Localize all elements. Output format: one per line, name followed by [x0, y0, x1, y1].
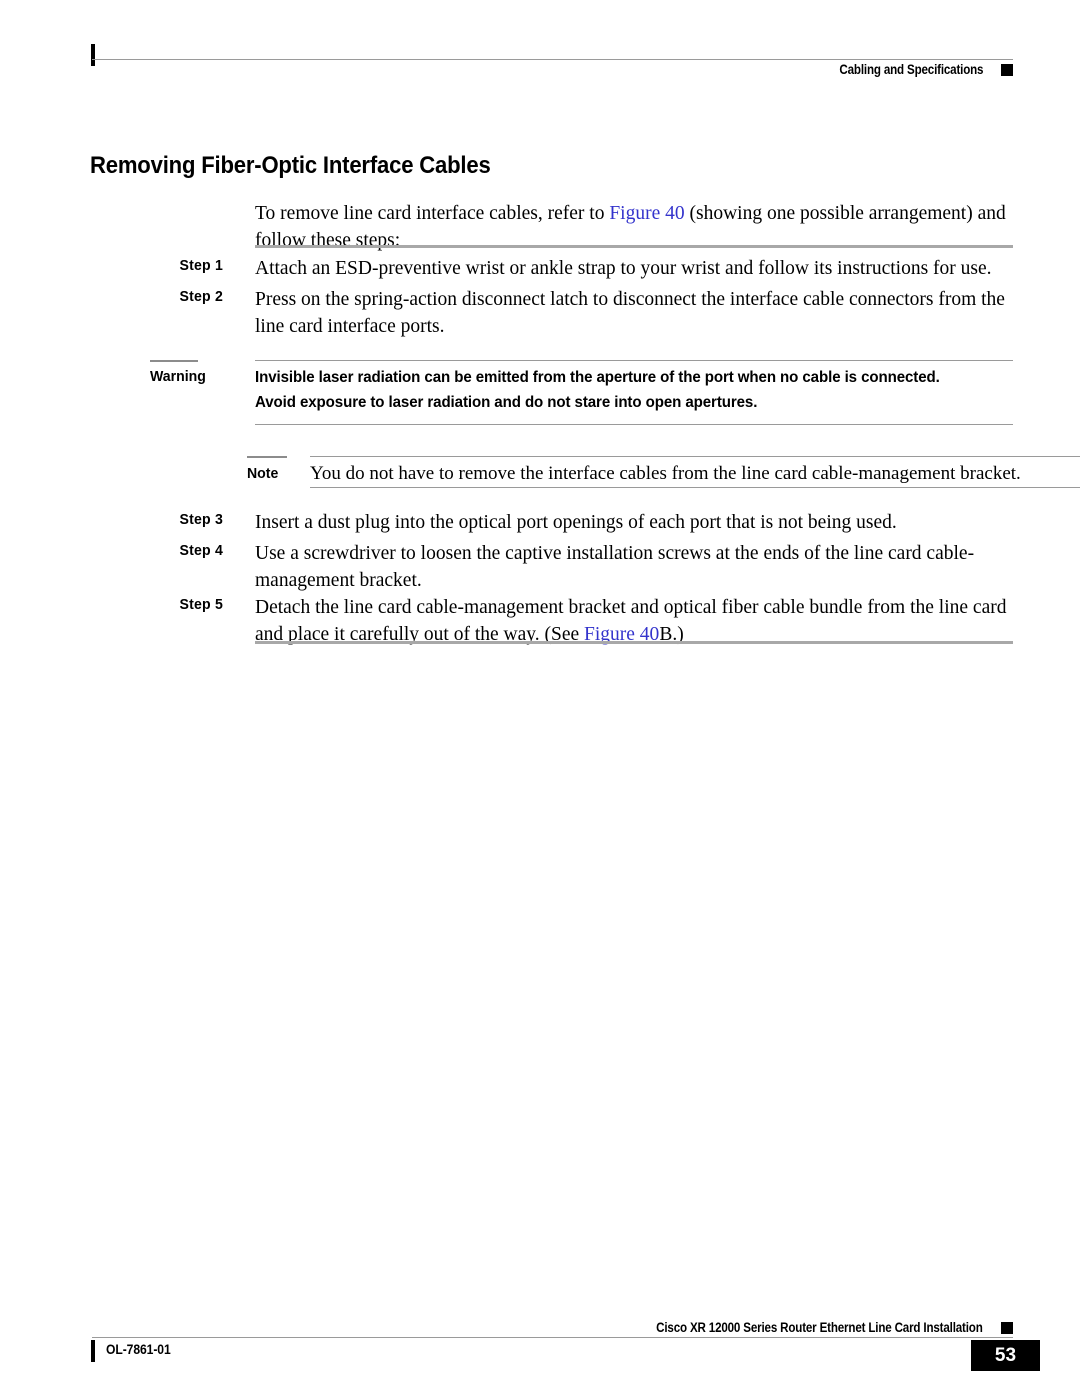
note-body: You do not have to remove the interface …: [310, 461, 1080, 487]
step-text-1: Attach an ESD-preventive wrist or ankle …: [255, 258, 992, 279]
footer-divider-rule: [92, 1337, 1013, 1338]
document-page: Cabling and Specifications Removing Fibe…: [0, 0, 1080, 1397]
black-square-marker-icon: [1001, 1322, 1013, 1334]
page-header: Cabling and Specifications: [91, 40, 1013, 80]
page-footer: Cisco XR 12000 Series Router Ethernet Li…: [91, 1320, 1040, 1371]
header-chapter-title: Cabling and Specifications: [839, 62, 983, 77]
note-bottom-rule: [310, 487, 1080, 488]
header-left-tick-mark: [91, 44, 95, 66]
header-divider-rule: [92, 59, 1013, 60]
warning-text: Invisible laser radiation can be emitted…: [255, 369, 940, 411]
note-label: Note: [247, 465, 279, 482]
footer-document-id: OL-7861-01: [106, 1342, 171, 1357]
warning-bottom-rule: [255, 424, 1013, 425]
step-label-2: Step 2: [179, 288, 223, 305]
intro-text-before-link: To remove line card interface cables, re…: [255, 202, 610, 224]
step-label-5: Step 5: [179, 596, 223, 613]
figure-40-link[interactable]: Figure 40: [609, 203, 684, 224]
step-text-2: Press on the spring-action disconnect la…: [255, 289, 1005, 337]
note-text: You do not have to remove the interface …: [310, 463, 1021, 484]
warning-body: Invisible laser radiation can be emitted…: [255, 365, 1013, 415]
step-text-4: Use a screwdriver to loosen the captive …: [255, 543, 975, 591]
warning-label: Warning: [150, 368, 206, 385]
steps-bottom-rule: [255, 641, 1013, 644]
warning-top-rule: [255, 360, 1013, 361]
page-title: Removing Fiber-Optic Interface Cables: [90, 152, 491, 180]
footer-document-title: Cisco XR 12000 Series Router Ethernet Li…: [656, 1320, 984, 1335]
step-text-3: Insert a dust plug into the optical port…: [255, 512, 897, 533]
note-label-rule: [247, 456, 287, 458]
step-label-3: Step 3: [179, 511, 223, 528]
note-top-rule: [310, 456, 1080, 457]
page-number: 53: [971, 1340, 1040, 1371]
black-square-marker-icon: [1001, 64, 1013, 76]
step-text-5: Detach the line card cable-management br…: [255, 594, 1013, 648]
warning-label-rule: [150, 360, 198, 362]
step-label-4: Step 4: [179, 542, 223, 559]
footer-left-tick-mark: [91, 1340, 95, 1362]
step-label-1: Step 1: [179, 257, 223, 274]
steps-top-rule: [255, 245, 1013, 248]
